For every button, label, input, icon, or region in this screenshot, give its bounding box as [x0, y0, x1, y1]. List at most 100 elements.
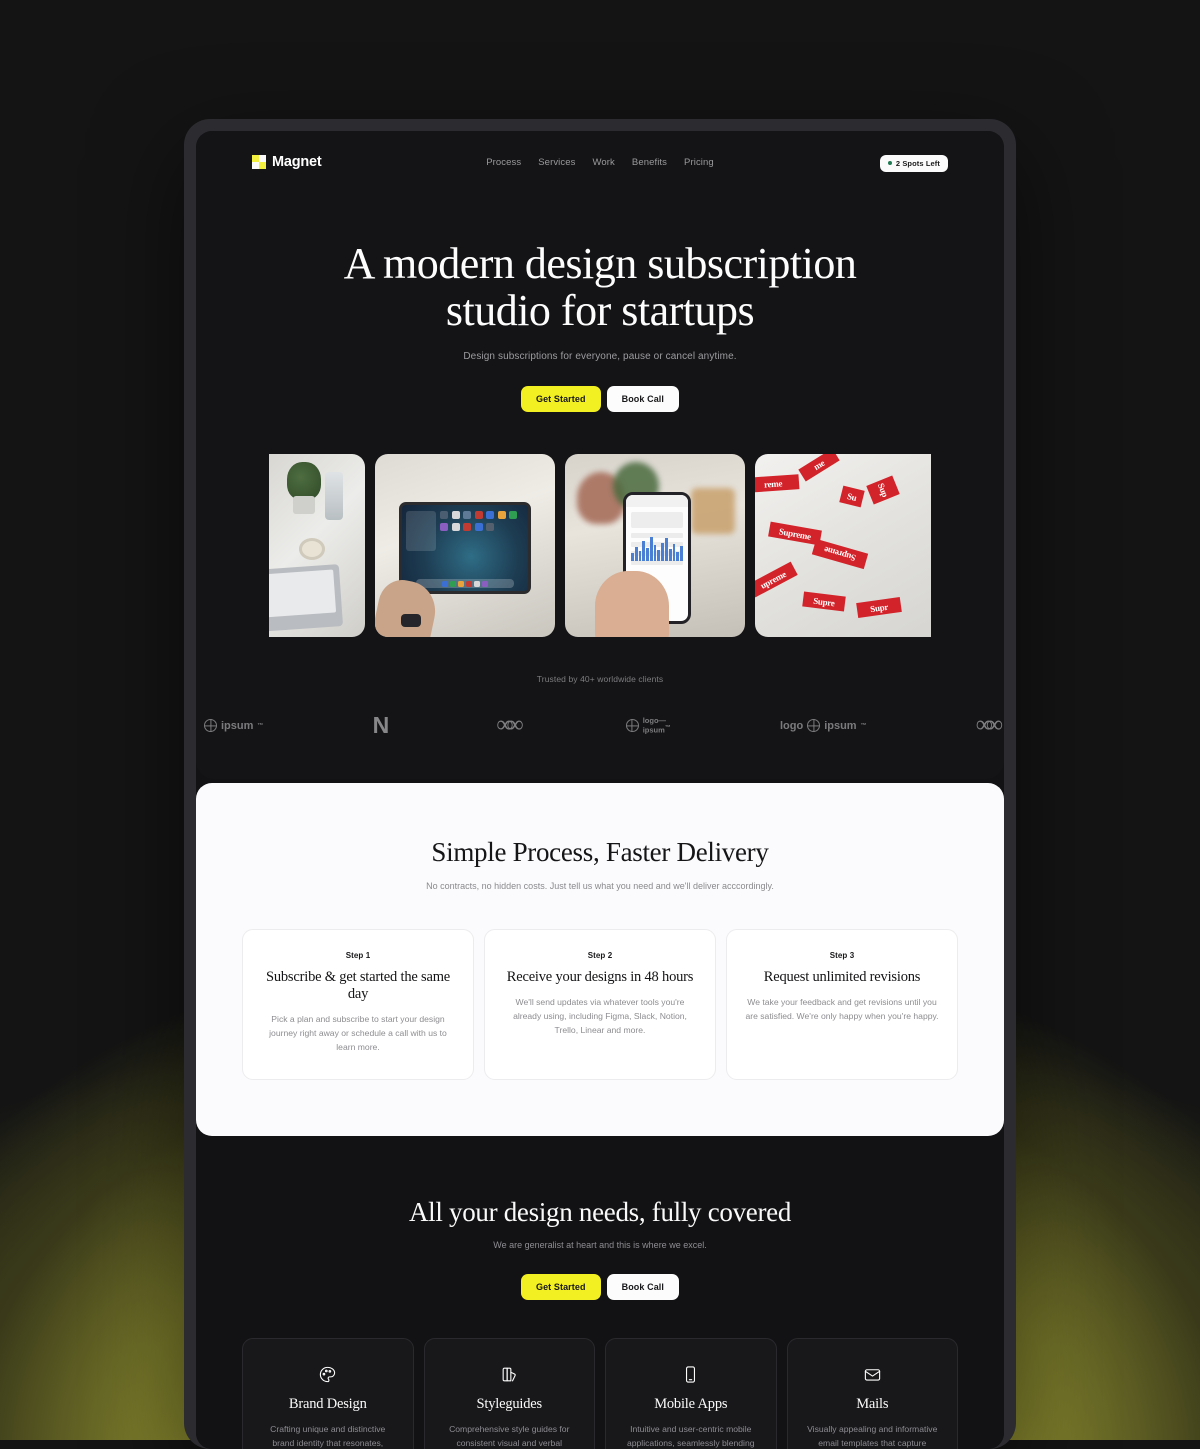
globe-icon — [625, 719, 639, 733]
process-step-card[interactable]: Step 1 Subscribe & get started the same … — [242, 929, 474, 1081]
service-body: Comprehensive style guides for consisten… — [449, 1424, 570, 1448]
hero-title-line-2: studio for startups — [445, 285, 755, 335]
step-title: Subscribe & get started the same day — [265, 969, 451, 1003]
trusted-by-block: Trusted by 40+ worldwide clients ipsum ™ … — [196, 674, 1004, 739]
brand-logo[interactable]: Magnet — [252, 154, 322, 170]
phone-card — [631, 512, 683, 529]
step-kicker: Step 1 — [345, 951, 371, 961]
tablet-widget — [406, 511, 436, 552]
navbar-right: 2 Spots Left — [879, 152, 948, 172]
services-title: All your design needs, fully covered — [408, 1197, 792, 1228]
step-kicker: Step 2 — [587, 951, 613, 961]
step-kicker: Step 3 — [829, 951, 855, 961]
magnet-squares-logo-icon — [252, 154, 267, 170]
service-card-mails[interactable]: Mails Visually appealing and informative… — [786, 1338, 958, 1449]
client-logo-text-right: ipsum — [824, 719, 857, 732]
book-swatch-icon — [441, 1363, 579, 1385]
services-get-started-button[interactable]: Get Started — [520, 1274, 601, 1301]
gallery-image-tablet[interactable] — [375, 454, 555, 638]
services-subtitle: We are generalist at heart and this is w… — [493, 1240, 707, 1251]
services-book-call-button[interactable]: Book Call — [606, 1274, 680, 1301]
process-subtitle: No contracts, no hidden costs. Just tell… — [426, 881, 774, 892]
bottle-shape — [325, 472, 343, 521]
step-title: Request unlimited revisions — [763, 969, 921, 986]
pot-shape — [293, 496, 315, 515]
hand-shape — [595, 571, 669, 638]
nav-link-services[interactable]: Services — [538, 157, 575, 168]
watch-shape — [401, 614, 421, 628]
hero-book-call-button[interactable]: Book Call — [606, 386, 680, 413]
cup-shape — [299, 538, 325, 561]
nav-link-process[interactable]: Process — [486, 157, 521, 168]
client-logo-inline: logo ipsum ™ — [779, 719, 867, 733]
spots-left-badge[interactable]: 2 Spots Left — [879, 154, 948, 172]
landing-page: Magnet Process Services Work Benefits Pr… — [196, 131, 1004, 1449]
trusted-by-label: Trusted by 40+ worldwide clients — [536, 674, 664, 685]
process-step-list: Step 1 Subscribe & get started the same … — [196, 929, 1004, 1081]
sticker: Supre — [802, 591, 846, 612]
process-section: Simple Process, Faster Delivery No contr… — [196, 783, 1004, 1137]
services-card-grid: Brand Design Crafting unique and distinc… — [196, 1338, 1004, 1449]
hero-image-carousel[interactable]: reme me Su Sup Supreme Supreme upreme Su… — [196, 454, 1004, 638]
client-logo-infinity-2: ∞∞ — [975, 712, 1003, 739]
nav-link-work[interactable]: Work — [592, 157, 614, 168]
client-logo-ipsum-globe-right: ipsum ™ — [204, 719, 263, 733]
gallery-image-phone-chart[interactable] — [565, 454, 745, 638]
process-title: Simple Process, Faster Delivery — [431, 837, 769, 868]
top-navbar: Magnet Process Services Work Benefits Pr… — [196, 131, 1004, 193]
browser-viewport: Magnet Process Services Work Benefits Pr… — [196, 131, 1004, 1449]
sticker: Supr — [856, 597, 902, 619]
sticker: Supreme — [811, 539, 869, 570]
service-title: Brand Design — [288, 1396, 367, 1413]
tablet-app-grid — [440, 511, 523, 531]
step-body: Pick a plan and subscribe to start your … — [269, 1014, 447, 1053]
hero-get-started-button[interactable]: Get Started — [520, 386, 601, 413]
tablet-dock — [416, 579, 514, 589]
laptop-shape — [269, 564, 344, 633]
spots-left-label: 2 Spots Left — [895, 158, 940, 168]
client-logo-stacked: logo— ipsum™ — [625, 716, 671, 735]
sticker: Su — [839, 485, 865, 508]
service-card-mobile-apps[interactable]: Mobile Apps Intuitive and user-centric m… — [605, 1338, 777, 1449]
service-card-styleguides[interactable]: Styleguides Comprehensive style guides f… — [423, 1338, 595, 1449]
client-logo-text: logo— ipsum™ — [642, 716, 671, 735]
hero-section: Magnet Process Services Work Benefits Pr… — [196, 131, 1004, 780]
step-body: We'll send updates via whatever tools yo… — [513, 997, 687, 1036]
sticker: reme — [755, 474, 800, 494]
process-step-card[interactable]: Step 3 Request unlimited revisions We ta… — [726, 929, 958, 1081]
sticker: Supreme — [768, 521, 822, 546]
client-logo-text-left: logo — [779, 719, 804, 732]
sticker: me — [798, 454, 840, 482]
plant-shape — [287, 462, 321, 501]
nav-link-benefits[interactable]: Benefits — [632, 157, 667, 168]
palette-icon — [259, 1363, 397, 1385]
client-logo-infinity: ∞∞ — [496, 712, 523, 739]
process-step-card[interactable]: Step 2 Receive your designs in 48 hours … — [484, 929, 716, 1081]
sticker: upreme — [755, 561, 798, 598]
tablet-shape — [399, 502, 531, 595]
service-body: Crafting unique and distinctive brand id… — [270, 1424, 386, 1448]
service-body: Intuitive and user-centric mobile applic… — [626, 1424, 755, 1448]
hero-subtitle: Design subscriptions for everyone, pause… — [463, 351, 737, 363]
services-section: All your design needs, fully covered We … — [196, 1141, 1004, 1449]
step-title: Receive your designs in 48 hours — [506, 969, 694, 986]
brand-name: Magnet — [272, 154, 322, 170]
phone-header — [626, 495, 688, 508]
hero-title: A modern design subscription studio for … — [256, 239, 944, 335]
service-title: Mails — [856, 1396, 889, 1413]
hero-title-line-1: A modern design subscription — [343, 239, 857, 288]
step-body: We take your feedback and get revisions … — [745, 997, 939, 1022]
phone-bar-chart — [631, 535, 683, 562]
nav-link-pricing[interactable]: Pricing — [684, 157, 714, 168]
client-logo-monogram-n: N — [372, 712, 390, 739]
gallery-image-stickers[interactable]: reme me Su Sup Supreme Supreme upreme Su… — [755, 454, 931, 638]
gallery-image-desk[interactable] — [269, 454, 365, 638]
sticker: Sup — [866, 475, 900, 505]
hero-cta-row: Get Started Book Call — [256, 386, 944, 413]
services-cta-row: Get Started Book Call — [196, 1274, 1004, 1301]
service-title: Styleguides — [476, 1396, 543, 1413]
globe-icon — [204, 719, 217, 733]
status-dot-icon — [887, 161, 892, 166]
service-title: Mobile Apps — [654, 1396, 728, 1413]
service-card-brand-design[interactable]: Brand Design Crafting unique and distinc… — [242, 1338, 414, 1449]
